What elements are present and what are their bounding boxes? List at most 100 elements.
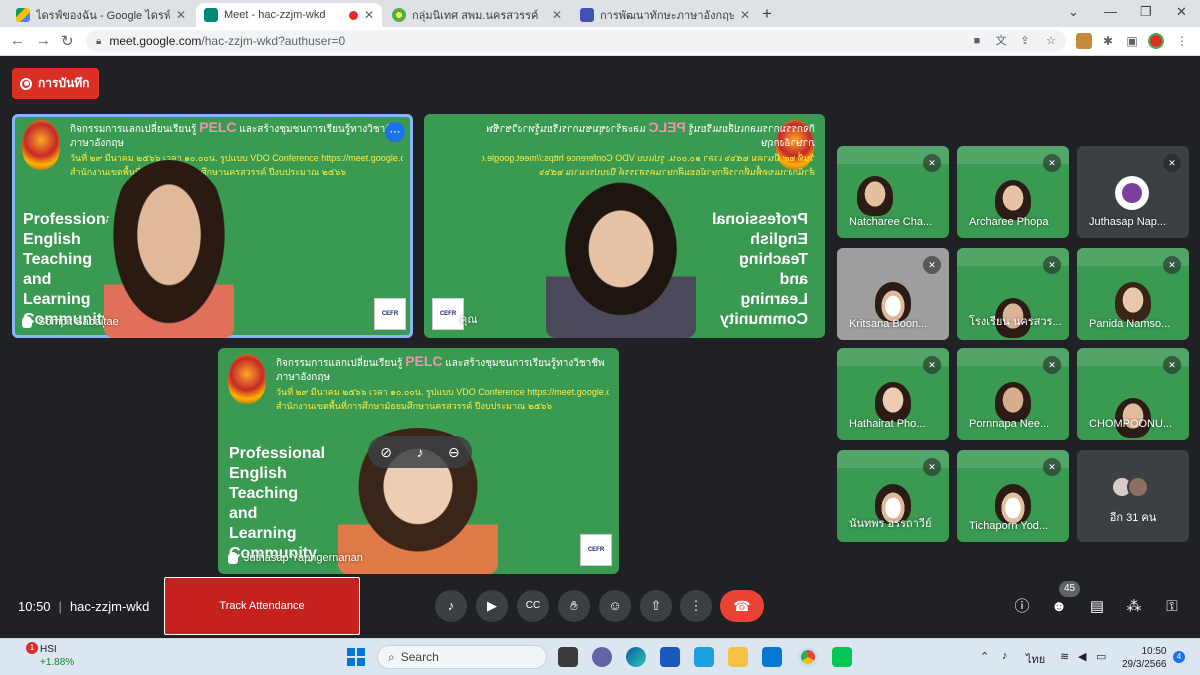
avatar xyxy=(1115,176,1149,210)
participant-tile[interactable]: กิจกรรมการแลกเปลี่ยนเรียนรู้ PELC และสร้… xyxy=(12,114,413,338)
camera-button[interactable]: ▶ xyxy=(476,590,508,622)
mic-muted-icon: ✕ xyxy=(1043,356,1061,374)
chrome-menu-icon[interactable]: ⋮ xyxy=(1174,33,1190,49)
translate-icon[interactable]: 文 xyxy=(994,34,1008,48)
grid-tile[interactable]: ✕ โรงเรียน นครสวร... xyxy=(957,248,1069,340)
emoji-reaction-button[interactable]: ☺ xyxy=(599,590,631,622)
mic-off-icon[interactable]: ⊘ xyxy=(380,444,392,461)
word-icon[interactable] xyxy=(660,647,680,667)
microphone-tray-icon[interactable]: ♪ xyxy=(1002,650,1008,662)
tile-hover-controls: ⊘ ♪ ⊖ xyxy=(368,436,472,468)
extensions-puzzle-icon[interactable]: ✱ xyxy=(1100,33,1116,49)
grid-tile[interactable]: ✕ Kritsana Boon... xyxy=(837,248,949,340)
stock-widget[interactable]: 1 HSI +1.88% xyxy=(14,642,74,669)
wifi-icon[interactable]: ≋ xyxy=(1060,650,1069,663)
more-options-icon[interactable]: ⋯ xyxy=(385,122,405,142)
camera-in-use-icon[interactable]: ■ xyxy=(970,34,984,48)
tab-english-skills[interactable]: การพัฒนาทักษะภาษาอังกฤษ English ✕ xyxy=(572,3,758,27)
forward-arrow-icon[interactable]: → xyxy=(36,32,51,49)
remove-icon[interactable]: ⊖ xyxy=(448,444,460,461)
host-controls-icon[interactable]: ⚿ xyxy=(1161,596,1183,618)
participant-name: Hathairat Pho... xyxy=(849,418,926,430)
participant-video xyxy=(546,176,696,338)
banner-date: วันที่ ๒๙ มีนาคม ๒๕๖๖ เวลา ๑๐.๐๐น. รูปแบ… xyxy=(70,153,403,163)
more-participants-tile[interactable]: อีก 31 คน xyxy=(1077,450,1189,542)
clock-date: 29/3/2566 xyxy=(1122,659,1167,670)
show-hidden-icons[interactable]: ⌃ xyxy=(980,650,989,663)
participant-video xyxy=(995,180,1031,220)
more-options-button[interactable]: ⋮ xyxy=(680,590,712,622)
grid-tile[interactable]: ✕ Pornnapa Nee... xyxy=(957,348,1069,440)
grid-tile[interactable]: ✕ Archaree Phopa xyxy=(957,146,1069,238)
leave-call-button[interactable]: ☎ xyxy=(720,590,764,622)
minimize-button[interactable]: — xyxy=(1104,4,1117,19)
grid-tile[interactable]: ✕ CHOMPOONU... xyxy=(1077,348,1189,440)
meeting-details-icon[interactable]: ⓘ xyxy=(1011,596,1033,618)
tab-nakhonsawan-supervision[interactable]: กลุ่มนิเทศ สพม.นครสวรรค์ ✕ xyxy=(384,3,570,27)
mic-muted-icon: ✕ xyxy=(1163,256,1181,274)
close-tab-icon[interactable]: ✕ xyxy=(364,8,374,22)
extension-icon[interactable] xyxy=(1076,33,1092,49)
present-screen-button[interactable]: ⇧ xyxy=(640,590,672,622)
battery-icon[interactable]: ▭ xyxy=(1096,650,1106,663)
close-window-button[interactable]: ✕ xyxy=(1176,4,1187,20)
mic-muted-icon: ✕ xyxy=(923,256,941,274)
mail-icon[interactable] xyxy=(762,647,782,667)
volume-icon[interactable]: ◀ xyxy=(1078,650,1086,663)
chrome-icon[interactable] xyxy=(798,647,818,667)
mic-muted-icon: ✕ xyxy=(923,154,941,172)
task-view-icon[interactable] xyxy=(558,647,578,667)
maximize-button[interactable]: ❐ xyxy=(1140,4,1152,20)
participant-tile[interactable]: กิจกรรมการแลกเปลี่ยนเรียนรู้ PELC และสร้… xyxy=(424,114,825,338)
track-attendance-button[interactable]: Track Attendance xyxy=(164,577,360,635)
teams-chat-icon[interactable] xyxy=(592,647,612,667)
chat-icon[interactable]: ▤ xyxy=(1086,596,1108,618)
meeting-code: hac-zzjm-wkd xyxy=(69,599,150,614)
reload-icon[interactable]: ↻ xyxy=(61,32,74,50)
line-app-icon[interactable] xyxy=(832,647,852,667)
recording-button[interactable]: การบันทึก xyxy=(12,68,100,99)
participant-video xyxy=(104,160,234,338)
activities-icon[interactable]: ⁂ xyxy=(1123,596,1145,618)
tab-google-drive[interactable]: ไดรฟ์ของฉัน - Google ไดรฟ์ ✕ xyxy=(8,3,194,27)
tab-search-icon[interactable]: ⌄ xyxy=(1068,4,1079,20)
close-tab-icon[interactable]: ✕ xyxy=(552,8,562,22)
profile-avatar[interactable] xyxy=(1148,33,1164,49)
file-explorer-icon[interactable] xyxy=(728,647,748,667)
bookmark-star-icon[interactable]: ☆ xyxy=(1044,34,1058,48)
share-icon[interactable]: ⇪ xyxy=(1018,34,1032,48)
taskbar-search[interactable]: ⌕ Search xyxy=(377,645,547,669)
side-panel-icon[interactable]: ▣ xyxy=(1124,33,1140,49)
mic-icon[interactable]: ♪ xyxy=(416,444,423,460)
people-icon[interactable]: ☻ xyxy=(1048,596,1070,618)
clock-time: 10:50 xyxy=(1141,646,1167,657)
notification-badge[interactable]: 4 xyxy=(1173,651,1185,663)
microphone-button[interactable]: ♪ xyxy=(435,590,467,622)
more-participants-avatars xyxy=(1111,476,1149,498)
raise-hand-button[interactable]: ✋︎ xyxy=(558,590,590,622)
lync-icon[interactable] xyxy=(694,647,714,667)
windows-start-icon[interactable] xyxy=(347,648,365,666)
activity-banner: กิจกรรมการแลกเปลี่ยนเรียนรู้ PELC และสร้… xyxy=(12,114,413,179)
mic-icon xyxy=(228,552,238,564)
participant-name: Archaree Phopa xyxy=(969,216,1049,228)
grid-tile[interactable]: ✕ Hathairat Pho... xyxy=(837,348,949,440)
close-tab-icon[interactable]: ✕ xyxy=(740,8,750,22)
new-tab-button[interactable]: + xyxy=(762,4,772,24)
grid-tile[interactable]: ✕ Panida Namso... xyxy=(1077,248,1189,340)
close-tab-icon[interactable]: ✕ xyxy=(176,8,186,22)
system-clock[interactable]: 10:50 29/3/2566 xyxy=(1122,645,1167,671)
back-arrow-icon[interactable]: ← xyxy=(10,32,25,49)
browser-tab-strip: ไดรฟ์ของฉัน - Google ไดรฟ์ ✕ Meet - hac-… xyxy=(0,0,1200,27)
address-bar[interactable]: 🔒︎ meet.google.com/hac-zzjm-wkd?authuser… xyxy=(86,30,1066,52)
grid-tile[interactable]: ✕ นันทพร อรรถาวีย์ xyxy=(837,450,949,542)
tab-meet[interactable]: Meet - hac-zzjm-wkd ✕ xyxy=(196,3,382,27)
edge-icon[interactable] xyxy=(626,647,646,667)
participant-tile[interactable]: กิจกรรมการแลกเปลี่ยนเรียนรู้ PELC และสร้… xyxy=(218,348,619,574)
grid-tile[interactable]: ✕ Juthasap Nap... xyxy=(1077,146,1189,238)
tab-title: Meet - hac-zzjm-wkd xyxy=(224,9,326,21)
captions-button[interactable]: CC xyxy=(517,590,549,622)
input-language[interactable]: ไทย xyxy=(1026,650,1045,668)
grid-tile[interactable]: ✕ Tichaporn Yod... xyxy=(957,450,1069,542)
grid-tile[interactable]: ✕ Natcharee Cha... xyxy=(837,146,949,238)
